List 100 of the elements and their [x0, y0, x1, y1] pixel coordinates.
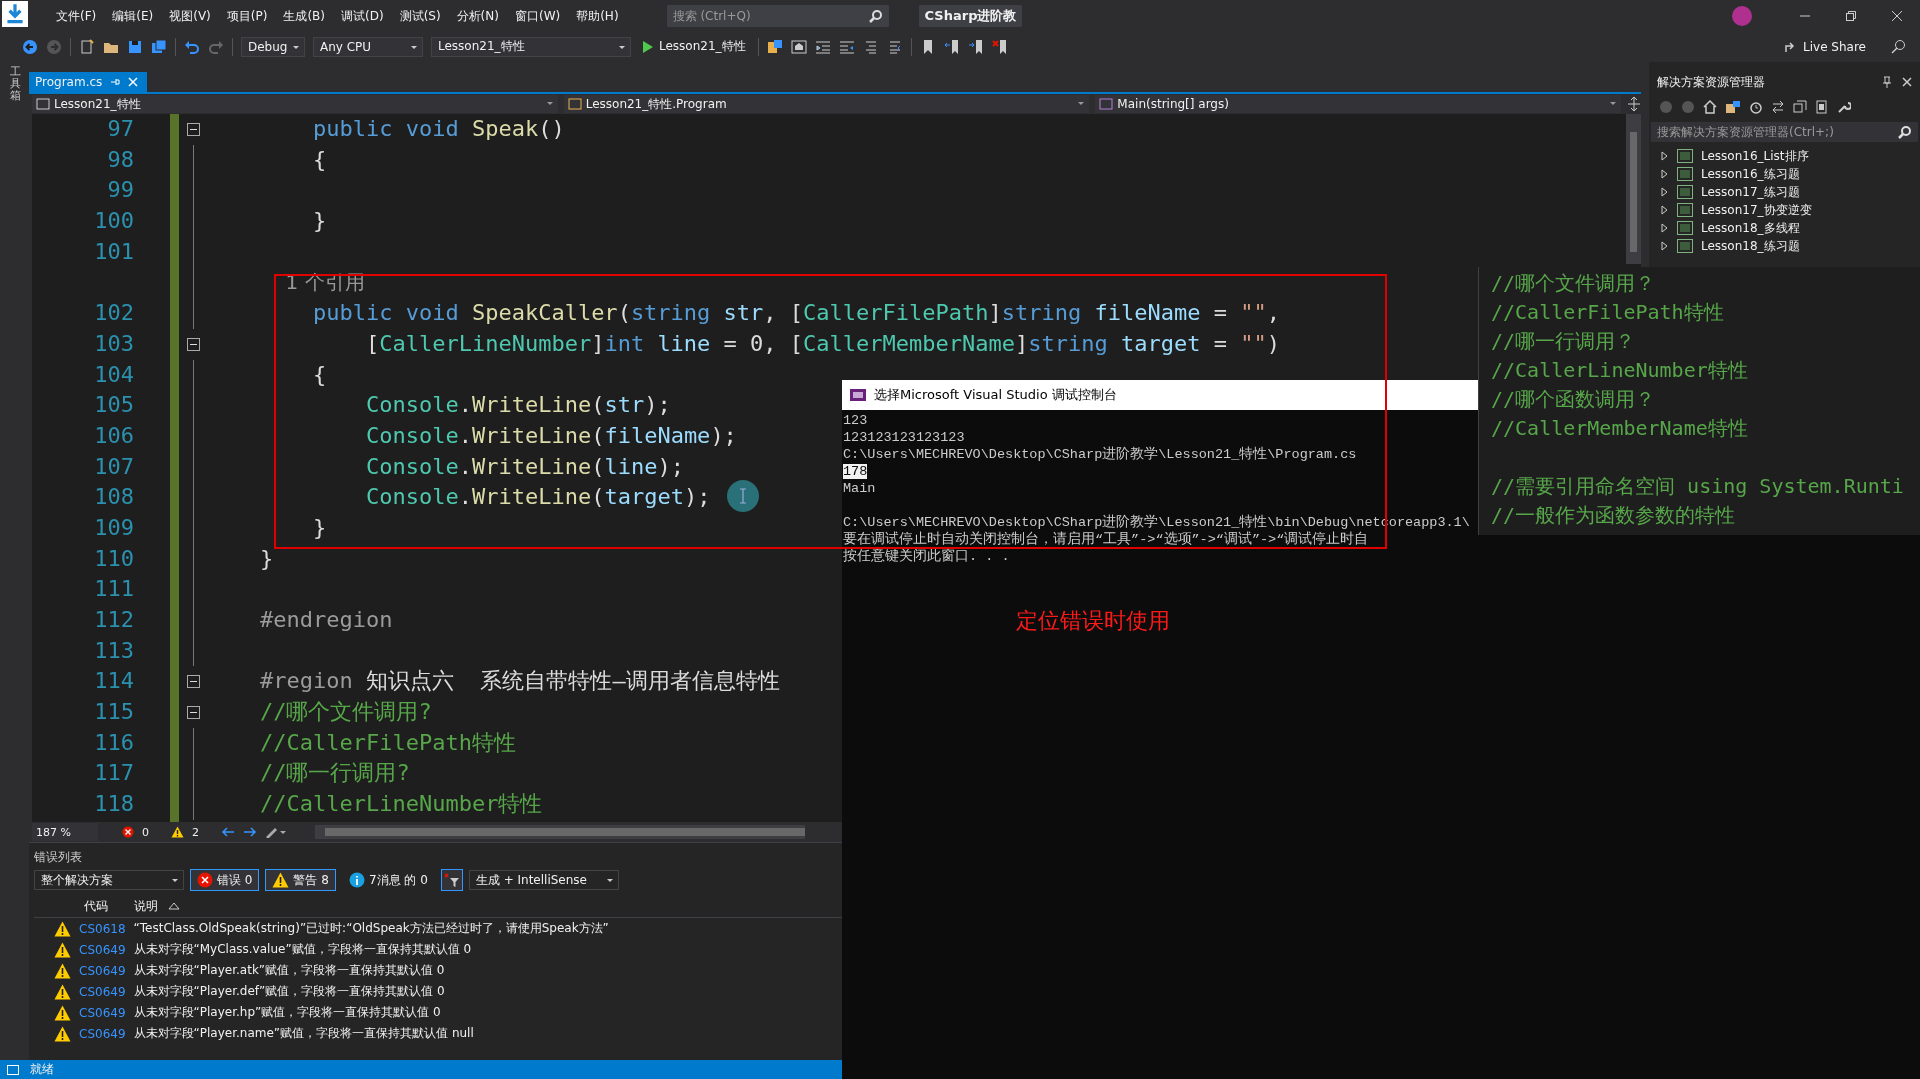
browser-icon[interactable] [790, 38, 807, 55]
save-all-icon[interactable] [151, 38, 167, 55]
startup-project-dropdown[interactable]: Lesson21_特性 [431, 36, 631, 57]
pin-icon[interactable] [1882, 76, 1892, 88]
line-number: 113 [94, 637, 134, 663]
home-icon[interactable] [1703, 100, 1717, 114]
platform-dropdown[interactable]: Any CPU [313, 36, 423, 57]
menu-item[interactable]: 生成(B) [275, 5, 333, 26]
save-icon[interactable] [127, 38, 143, 55]
live-share-button[interactable]: Live Share [1778, 38, 1872, 55]
error-code-link[interactable]: CS0649 [79, 1005, 126, 1020]
menu-item[interactable]: 窗口(W) [506, 5, 569, 26]
code-line: { [311, 146, 327, 172]
filter-button[interactable]: 错误 0 [190, 869, 260, 891]
menu-item[interactable]: 分析(N) [448, 5, 507, 26]
next-bookmark-icon[interactable] [967, 38, 984, 55]
menu-item[interactable]: 帮助(H) [568, 5, 627, 26]
code-line: //CallerLineNumber特性 [260, 791, 543, 817]
collapse-icon[interactable] [186, 705, 200, 719]
search-field[interactable]: 搜索解决方案资源管理器(Ctrl+;) [1651, 122, 1918, 142]
error-code-link[interactable]: CS0618 [79, 921, 126, 936]
history-icon[interactable] [1749, 100, 1763, 114]
console-output-line: C:\Users\MECHREVO\Desktop\CSharp进阶教学\Lesson21_特性\Program.cs [843, 447, 1357, 462]
project-item[interactable]: Lesson18_练习题 [1701, 237, 1800, 255]
collapsed-arrow-icon[interactable] [1661, 151, 1669, 161]
filter-button[interactable]: 警告 8 [265, 869, 336, 891]
new-item-icon[interactable] [79, 38, 95, 55]
navigation-dropdown[interactable]: Main(string[] args) [1095, 95, 1621, 113]
avatar[interactable] [1732, 5, 1752, 26]
show-all-files-icon[interactable] [1815, 100, 1829, 114]
code-line: { [311, 361, 327, 387]
redo-icon[interactable] [208, 38, 224, 55]
zoom-dropdown[interactable]: 187 % [32, 823, 98, 841]
outdent-icon[interactable] [814, 38, 831, 55]
menu-item[interactable]: 项目(P) [218, 5, 276, 26]
back-arrow-icon[interactable] [221, 826, 235, 838]
info-icon [348, 872, 365, 888]
switch-views-icon[interactable] [1725, 100, 1741, 114]
sync-icon[interactable] [1771, 100, 1785, 114]
line-number: 114 [94, 668, 134, 694]
forward-arrow-icon[interactable] [243, 826, 257, 838]
console-output-line: 按任意键关闭此窗口. . . [843, 549, 1010, 564]
warning-count: 2 [192, 825, 199, 839]
menu-item[interactable]: 视图(V) [161, 5, 219, 26]
collapse-icon[interactable] [186, 675, 200, 689]
code-line: } [260, 545, 274, 571]
menu-item[interactable]: 编辑(E) [104, 5, 162, 26]
code-line: Console.WriteLine(line); [364, 453, 684, 479]
collapsed-arrow-icon[interactable] [1661, 169, 1669, 179]
clear-bookmarks-icon[interactable] [991, 38, 1008, 55]
line-number: 109 [94, 514, 134, 540]
collapsed-arrow-icon[interactable] [1661, 187, 1669, 197]
project-item[interactable]: Lesson16_练习题 [1701, 165, 1800, 183]
console-app-icon [850, 389, 866, 401]
close-icon[interactable] [1902, 77, 1912, 87]
menu-item[interactable]: 调试(D) [333, 5, 392, 26]
configuration-dropdown[interactable]: Debug [241, 36, 305, 57]
error-code-link[interactable]: CS0649 [79, 942, 126, 957]
navigation-dropdown[interactable]: Lesson21_特性 [32, 95, 558, 113]
search-field[interactable]: 搜索 (Ctrl+Q) [666, 4, 889, 27]
code-line: Console.WriteLine(target); [364, 484, 711, 510]
line-number: 107 [94, 453, 134, 479]
start-button[interactable]: Lesson21_特性 [639, 38, 750, 55]
collapse-icon[interactable] [186, 337, 200, 351]
collapsed-arrow-icon[interactable] [1661, 223, 1669, 233]
filter-button[interactable]: 7消息 的 0 [341, 869, 435, 891]
project-item[interactable]: Lesson17_协变逆变 [1701, 201, 1812, 219]
line-number: 104 [94, 361, 134, 387]
horizontal-scrollbar[interactable] [315, 825, 805, 839]
error-code-link[interactable]: CS0649 [79, 984, 126, 999]
line-number: 98 [107, 146, 134, 172]
collapse-icon[interactable] [186, 122, 200, 136]
filter-toggle-button[interactable] [440, 869, 463, 891]
indent-icon[interactable] [838, 38, 855, 55]
menu-item[interactable]: 测试(S) [391, 5, 449, 26]
error-icon [122, 826, 134, 838]
error-code-link[interactable]: CS0649 [79, 1026, 126, 1041]
project-item[interactable]: Lesson18_多线程 [1701, 219, 1800, 237]
navigation-dropdown[interactable]: Lesson21_特性.Program [563, 95, 1090, 113]
project-item[interactable]: Lesson17_练习题 [1701, 183, 1800, 201]
vertical-scrollbar[interactable] [1626, 114, 1641, 264]
close-icon [1891, 9, 1903, 22]
column-header[interactable]: 代码 [84, 897, 124, 915]
project-item[interactable]: Lesson16_List排序 [1701, 147, 1809, 165]
code-line: #endregion [260, 607, 393, 632]
split-icon[interactable] [1627, 97, 1641, 111]
wrench-icon[interactable] [1837, 100, 1851, 114]
source-dropdown[interactable]: 生成 + IntelliSense [468, 870, 619, 890]
previous-bookmark-icon[interactable] [943, 38, 960, 55]
find-icon[interactable] [766, 38, 783, 55]
app-logo-icon [2, 0, 28, 27]
line-number: 105 [94, 392, 134, 418]
collapsed-arrow-icon[interactable] [1661, 241, 1669, 251]
menu-item[interactable]: 文件(F) [48, 5, 105, 26]
scope-dropdown[interactable]: 整个解决方案 [34, 870, 184, 890]
error-code-link[interactable]: CS0649 [79, 963, 126, 978]
collapsed-arrow-icon[interactable] [1661, 205, 1669, 215]
column-header[interactable]: 说明 [134, 897, 158, 915]
brush-icon[interactable] [265, 826, 287, 838]
collapse-all-icon[interactable] [1793, 100, 1807, 114]
